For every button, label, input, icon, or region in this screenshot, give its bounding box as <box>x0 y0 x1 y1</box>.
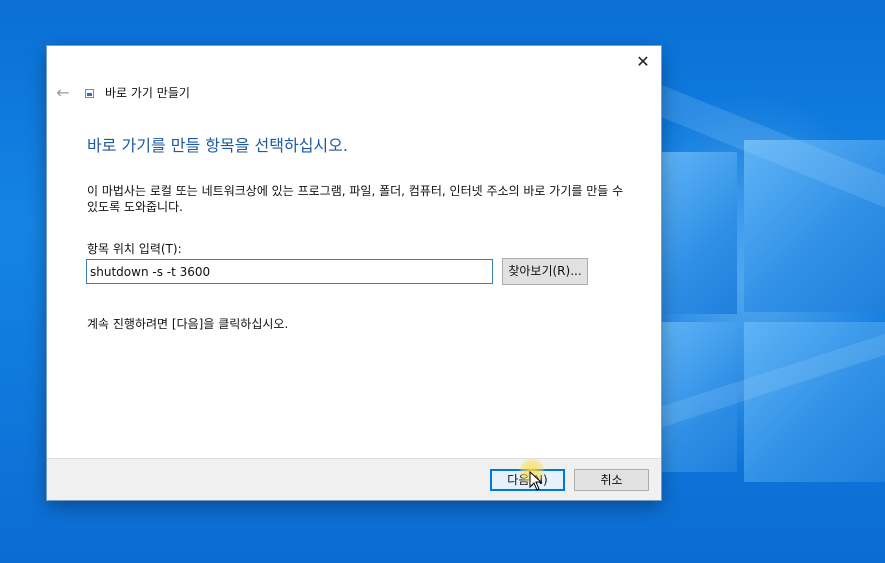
location-field-label: 항목 위치 입력(T): <box>87 242 182 256</box>
page-heading: 바로 가기를 만들 항목을 선택하십시오. <box>87 136 348 155</box>
dialog-title: 바로 가기 만들기 <box>105 86 190 100</box>
close-button[interactable]: ✕ <box>633 52 653 72</box>
back-arrow-icon: ← <box>56 83 70 102</box>
mouse-pointer-icon <box>529 471 543 491</box>
create-shortcut-dialog: ✕ ← 바로 가기 만들기 바로 가기를 만들 항목을 선택하십시오. 이 마법… <box>47 46 661 500</box>
window-logo-pane-top-left <box>661 152 737 314</box>
continue-instruction: 계속 진행하려면 [다음]을 클릭하십시오. <box>87 317 289 331</box>
cancel-button[interactable]: 취소 <box>574 469 649 491</box>
back-button[interactable]: ← <box>53 83 73 103</box>
location-input[interactable] <box>86 259 493 284</box>
close-icon: ✕ <box>636 52 650 71</box>
browse-button[interactable]: 찾아보기(R)... <box>502 258 588 285</box>
wizard-description: 이 마법사는 로컬 또는 네트워크상에 있는 프로그램, 파일, 폴더, 컴퓨터… <box>87 184 624 214</box>
dialog-footer: 다음(N) 취소 <box>47 458 661 500</box>
shortcut-icon <box>85 89 94 98</box>
